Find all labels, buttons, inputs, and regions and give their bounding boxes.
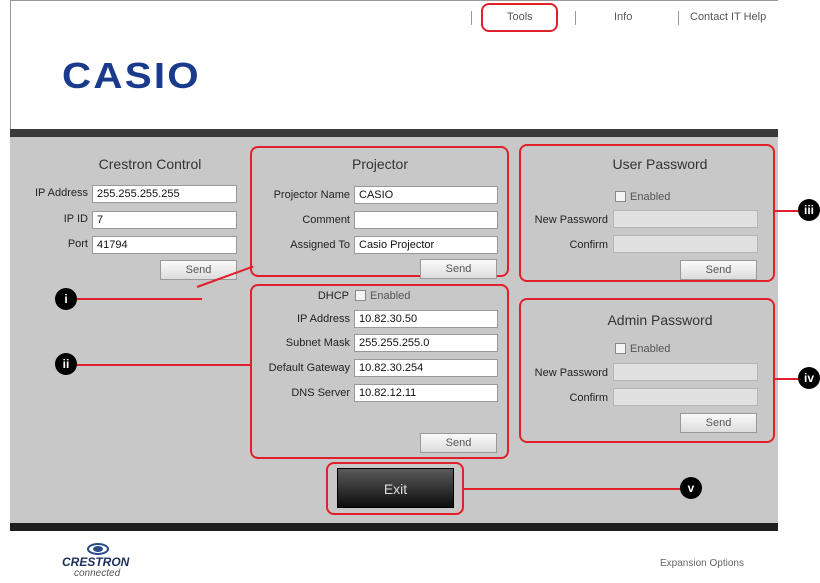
comment-label: Comment [302,214,350,226]
nav-separator [678,11,679,25]
marker-i: i [55,288,77,310]
user-new-password-input[interactable] [613,210,758,228]
network-ip-input[interactable]: 10.82.30.50 [354,310,498,328]
user-password-enabled-checkbox[interactable] [615,191,626,202]
projector-name-label: Projector Name [273,189,350,201]
nav-separator [575,11,576,25]
crestron-swirl-icon [87,543,109,555]
crestron-control-title: Crestron Control [98,156,202,172]
projector-send-button[interactable]: Send [420,259,497,279]
dhcp-label: DHCP [317,290,349,302]
callout-line-iv [775,378,800,380]
default-gateway-input[interactable]: 10.82.30.254 [354,359,498,377]
ip-address-label: IP Address [35,187,88,199]
crestron-connected-text: connected [74,568,121,579]
user-confirm-label: Confirm [569,239,608,251]
top-border [10,0,778,1]
nav-info-link[interactable]: Info [614,11,632,23]
user-password-enabled-label: Enabled [630,191,671,203]
dhcp-enabled-label: Enabled [370,290,411,302]
port-label: Port [67,238,88,250]
user-confirm-input[interactable] [613,235,758,253]
callout-line-v [464,488,686,490]
dhcp-checkbox[interactable] [355,290,366,301]
callout-line-i [68,298,202,300]
callout-line-ii [68,364,252,366]
admin-password-enabled-checkbox[interactable] [615,343,626,354]
admin-password-send-button[interactable]: Send [680,413,757,433]
crestron-port-input[interactable]: 41794 [92,236,237,254]
left-border [10,0,11,130]
admin-password-title: Admin Password [607,312,713,328]
panel-bottom-bar [10,523,778,531]
user-password-send-button[interactable]: Send [680,260,757,280]
nav-separator [471,11,472,25]
admin-new-password-label: New Password [534,367,608,379]
network-send-button[interactable]: Send [420,433,497,453]
exit-button[interactable]: Exit [337,468,454,508]
subnet-mask-input[interactable]: 255.255.255.0 [354,334,498,352]
crestron-ipid-input[interactable]: 7 [92,211,237,229]
admin-password-enabled-label: Enabled [630,343,671,355]
marker-v: v [680,477,702,499]
crestron-wordmark: CRESTRON [62,555,130,569]
admin-new-password-input[interactable] [613,363,758,381]
nav-contact-link[interactable]: Contact IT Help [690,11,766,23]
expansion-options-link[interactable]: Expansion Options [660,558,744,569]
marker-ii: ii [55,353,77,375]
assigned-to-input[interactable]: Casio Projector [354,236,498,254]
marker-iii: iii [798,199,820,221]
admin-confirm-label: Confirm [569,392,608,404]
comment-input[interactable] [354,211,498,229]
dns-server-input[interactable]: 10.82.12.11 [354,384,498,402]
default-gateway-label: Default Gateway [268,362,350,374]
projector-name-input[interactable]: CASIO [354,186,498,204]
crestron-ip-input[interactable]: 255.255.255.255 [92,185,237,203]
panel-top-bar [10,129,778,137]
tools-highlight [481,3,558,32]
casio-logo: CASIO [62,55,201,96]
dns-server-label: DNS Server [291,387,350,399]
user-new-password-label: New Password [534,214,608,226]
projector-title: Projector [351,156,409,172]
marker-iv: iv [798,367,820,389]
ip-id-label: IP ID [63,213,88,225]
subnet-mask-label: Subnet Mask [285,337,350,349]
assigned-to-label: Assigned To [290,239,350,251]
callout-line-iii [775,210,800,212]
admin-confirm-input[interactable] [613,388,758,406]
user-password-title: User Password [612,156,708,172]
network-ip-label: IP Address [297,313,350,325]
